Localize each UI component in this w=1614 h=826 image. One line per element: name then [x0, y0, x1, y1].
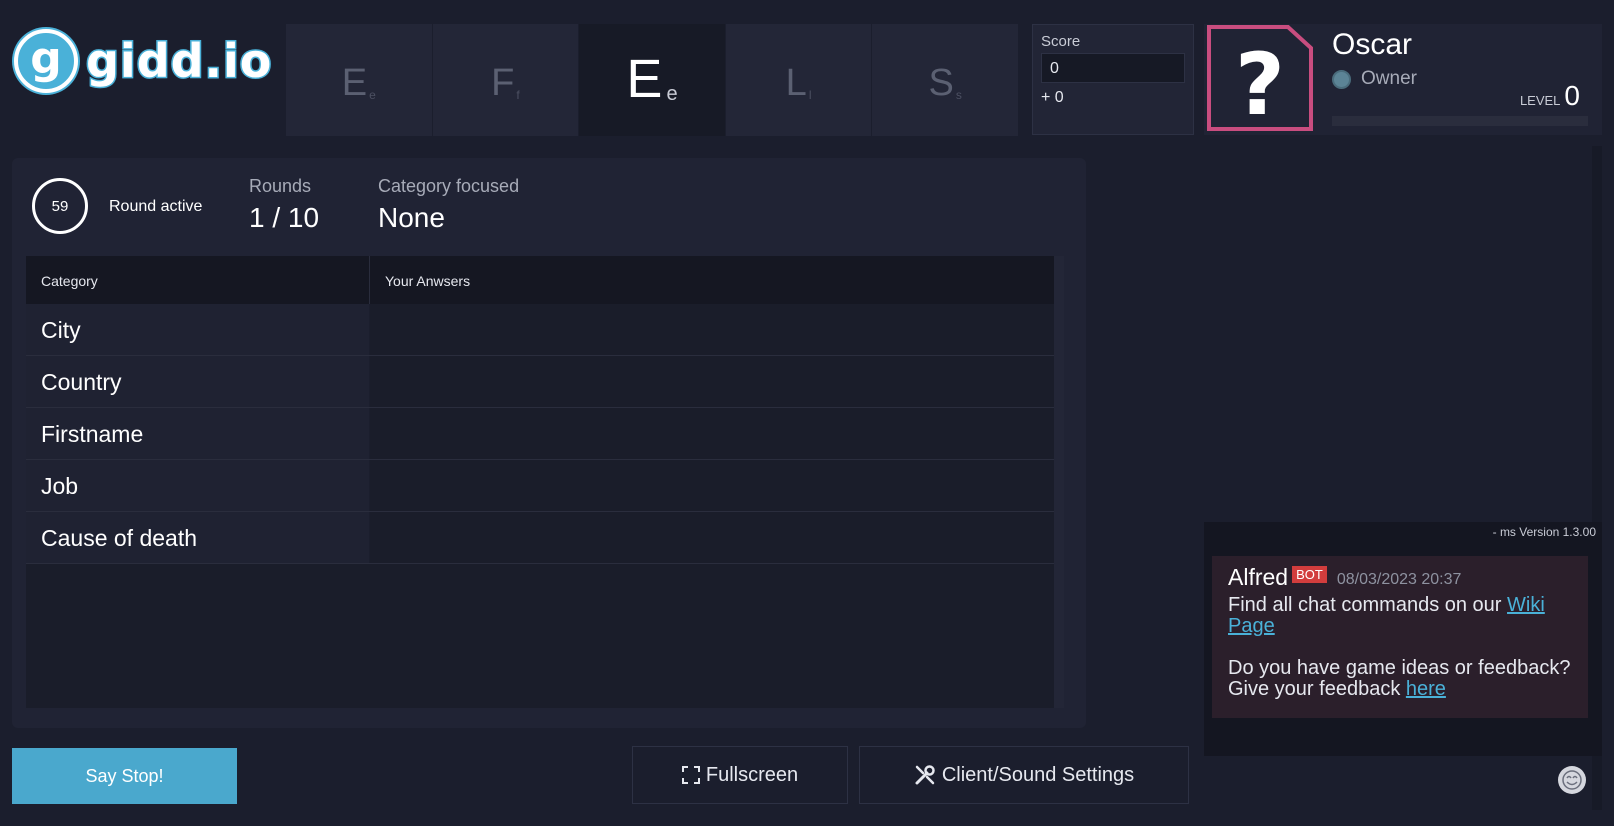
letter-tile: Ll: [725, 24, 873, 136]
level-progress-bar: [1332, 116, 1588, 126]
rounds-value: 1 / 10: [249, 202, 320, 233]
round-timer: 59: [32, 178, 88, 234]
feedback-link[interactable]: here: [1406, 678, 1446, 700]
settings-label: Client/Sound Settings: [941, 763, 1135, 786]
letter-tile: Ff: [432, 24, 580, 136]
player-name: Oscar: [1332, 28, 1413, 61]
table-row: Cause of death: [26, 512, 1064, 564]
version-label: - ms Version 1.3.00: [1492, 525, 1596, 539]
table-row: City: [26, 304, 1064, 356]
table-header: Category Your Anwsers: [26, 256, 1064, 304]
table-row: Firstname: [26, 408, 1064, 460]
logo-text: gidd.io: [84, 33, 273, 90]
answers-table: Category Your Anwsers City Country First…: [26, 256, 1064, 708]
category-cell: City: [26, 304, 370, 355]
category-cell: Cause of death: [26, 512, 370, 563]
message-body: Find all chat commands on our Wiki Page …: [1228, 594, 1571, 700]
chat-message: Alfred BOT 08/03/2023 20:37 Find all cha…: [1212, 556, 1588, 718]
level-value: 0: [1564, 80, 1580, 111]
table-row: Job: [26, 460, 1064, 512]
player-profile: ? Oscar Owner LEVEL 0: [1204, 24, 1602, 135]
logo-mark-icon: g: [14, 29, 78, 93]
question-mark-icon: ?: [1207, 25, 1313, 135]
emoji-icon[interactable]: [1558, 766, 1586, 794]
chat-panel: - ms Version 1.3.00 Alfred BOT 08/03/202…: [1204, 522, 1602, 756]
score-box: Score 0 + 0: [1032, 24, 1194, 135]
answer-input[interactable]: [370, 408, 1064, 459]
message-header: Alfred BOT 08/03/2023 20:37: [1228, 564, 1572, 591]
column-header-category: Category: [26, 256, 370, 304]
fullscreen-label: Fullscreen: [705, 763, 799, 786]
role-globe-icon: [1332, 69, 1351, 89]
level-indicator: LEVEL 0: [1520, 80, 1580, 112]
column-header-answers: Your Anwsers: [385, 273, 471, 289]
letter-tile: Ee: [286, 24, 433, 136]
category-focused-label: Category focused: [378, 176, 520, 196]
table-row: Country: [26, 356, 1064, 408]
category-cell: Job: [26, 460, 370, 511]
answer-input[interactable]: [370, 460, 1064, 511]
letter-tile: Ss: [872, 24, 1018, 136]
client-sound-settings-button[interactable]: Client/Sound Settings: [859, 746, 1189, 804]
letter-tile-active: Ee: [579, 24, 726, 136]
category-focused-value: None: [378, 202, 445, 233]
gidd-logo[interactable]: g gidd.io: [14, 28, 274, 94]
player-role: Owner: [1332, 68, 1417, 90]
message-author: Alfred: [1228, 564, 1289, 590]
avatar[interactable]: ?: [1206, 24, 1314, 135]
tools-icon: [914, 764, 936, 786]
answer-input[interactable]: [370, 512, 1064, 563]
answer-input[interactable]: [370, 356, 1064, 407]
score-label: Score: [1041, 33, 1081, 50]
say-stop-button[interactable]: Say Stop!: [12, 748, 237, 804]
fullscreen-button[interactable]: Fullscreen: [632, 746, 848, 804]
game-panel: 59 Round active Rounds 1 / 10 Category f…: [12, 158, 1086, 728]
level-label: LEVEL: [1519, 93, 1561, 108]
role-label: Owner: [1361, 68, 1417, 89]
table-scrollbar[interactable]: [1054, 256, 1064, 708]
letter-strip: Ee Ff Ee Ll Ss: [286, 24, 1018, 136]
fullscreen-icon: [681, 766, 700, 784]
round-status: Round active: [109, 198, 203, 215]
svg-text:?: ?: [1235, 35, 1285, 132]
category-cell: Firstname: [26, 408, 370, 459]
message-timestamp: 08/03/2023 20:37: [1336, 570, 1462, 588]
bot-badge: BOT: [1292, 566, 1327, 583]
score-delta: + 0: [1041, 89, 1064, 106]
category-cell: Country: [26, 356, 370, 407]
rounds-label: Rounds: [249, 176, 312, 196]
score-value: 0: [1041, 53, 1185, 83]
answer-input[interactable]: [370, 304, 1064, 355]
